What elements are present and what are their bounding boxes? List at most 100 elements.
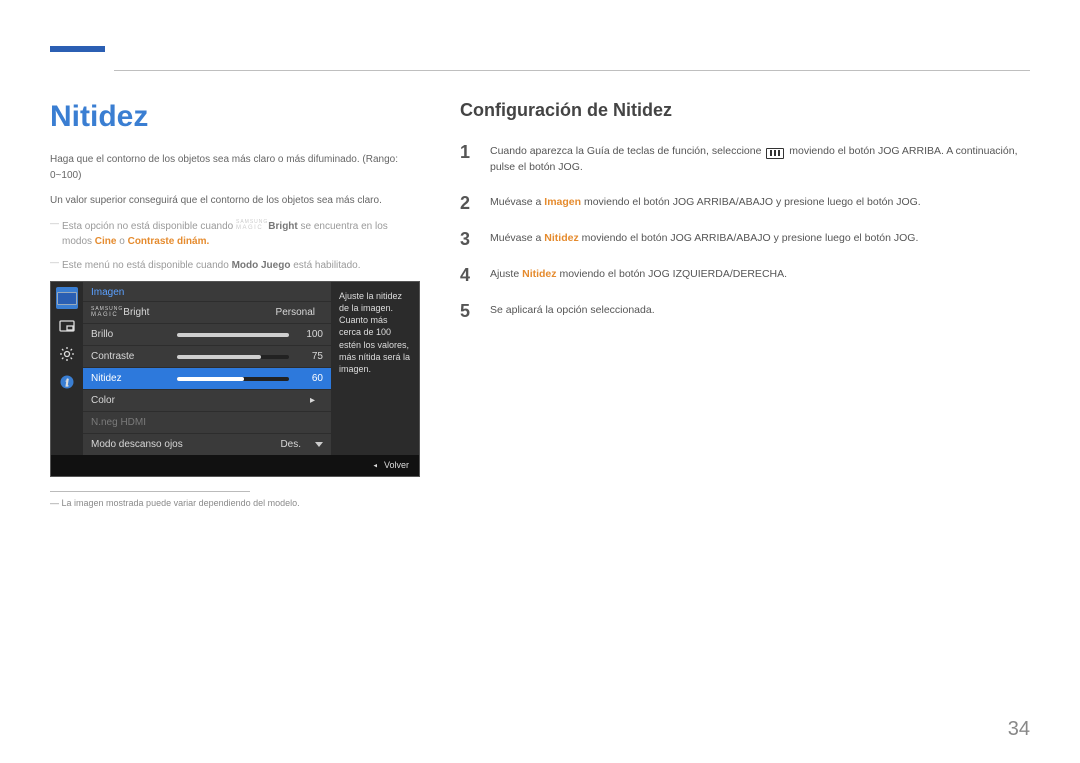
text: Ajuste <box>490 268 522 280</box>
slider-track <box>177 355 289 359</box>
brand-low: MAGIC <box>236 225 268 231</box>
osd-row-brillo: Brillo 100 <box>83 323 331 345</box>
step-number: 3 <box>460 230 476 248</box>
left-column: Nitidez Haga que el contorno de los obje… <box>50 100 420 508</box>
osd-row-color: Color ▸ <box>83 389 331 411</box>
row-value: 75 <box>295 351 323 362</box>
osd-row-descanso: Modo descanso ojos Des. <box>83 433 331 455</box>
highlight-imagen: Imagen <box>544 196 581 208</box>
footer-label: Volver <box>384 460 409 470</box>
osd-row-nitidez-selected: Nitidez 60 <box>83 367 331 389</box>
row-label: SAMSUNGMAGICBright <box>91 307 177 318</box>
triangle-left-icon: ◂ <box>373 461 377 470</box>
slider-fill <box>177 333 289 337</box>
sidebar-icon-pip <box>56 315 78 337</box>
image-footnote: ― La imagen mostrada puede variar depend… <box>50 498 420 508</box>
text: moviendo el botón JOG ARRIBA/ABAJO y pre… <box>579 232 919 244</box>
step-number: 1 <box>460 143 476 176</box>
text: moviendo el botón JOG IZQUIERDA/DERECHA. <box>557 268 788 280</box>
menu-icon <box>766 148 784 159</box>
sidebar-icon-info: i <box>56 371 78 393</box>
slider-fill <box>177 355 261 359</box>
row-value: 100 <box>295 329 323 340</box>
osd-description-panel: Ajuste la nitidez de la imagen. Cuanto m… <box>331 282 419 455</box>
mode-cine: Cine <box>95 236 117 247</box>
step-5: 5 Se aplicará la opción seleccionada. <box>460 302 1030 320</box>
right-column: Configuración de Nitidez 1 Cuando aparez… <box>460 100 1030 508</box>
row-value: Des. <box>211 439 309 450</box>
gear-icon <box>59 346 75 362</box>
highlight-nitidez: Nitidez <box>522 268 556 280</box>
row-label: Contraste <box>91 351 177 362</box>
steps-subtitle: Configuración de Nitidez <box>460 100 1030 121</box>
osd-body: i Imagen SAMSUNGMAGICBright Personal <box>51 282 419 455</box>
note-text: está habilitado. <box>290 260 360 271</box>
text: Cuando aparezca la Guía de teclas de fun… <box>490 145 764 157</box>
bright-label: Bright <box>268 221 297 232</box>
section-title: Nitidez <box>50 100 420 134</box>
text: Muévase a <box>490 232 544 244</box>
steps-list: 1 Cuando aparezca la Guía de teclas de f… <box>460 143 1030 320</box>
text: moviendo el botón JOG ARRIBA/ABAJO y pre… <box>581 196 921 208</box>
step-number: 4 <box>460 266 476 284</box>
osd-row-magicbright: SAMSUNGMAGICBright Personal <box>83 301 331 323</box>
availability-note-1: Esta opción no está disponible cuando SA… <box>50 219 420 250</box>
row-arrow: ▸ <box>177 395 323 406</box>
svg-text:i: i <box>66 378 69 389</box>
sidebar-icon-settings <box>56 343 78 365</box>
step-number: 5 <box>460 302 476 320</box>
page-number: 34 <box>1008 718 1030 741</box>
step-text: Muévase a Nitidez moviendo el botón JOG … <box>490 230 918 248</box>
slider-track <box>177 377 289 381</box>
samsung-magic-brand: SAMSUNGMAGIC <box>91 307 123 318</box>
availability-note-2: Este menú no está disponible cuando Modo… <box>50 258 420 274</box>
osd-main: Imagen SAMSUNGMAGICBright Personal Brill… <box>83 282 331 455</box>
brand-low: MAGIC <box>91 312 123 318</box>
chevron-down-icon <box>315 442 323 447</box>
slider-fill <box>177 377 244 381</box>
row-label: Nitidez <box>91 373 177 384</box>
row-value: 60 <box>295 373 323 384</box>
footnote-divider <box>50 491 250 492</box>
row-label: Modo descanso ojos <box>91 439 211 450</box>
document-page: Nitidez Haga que el contorno de los obje… <box>0 0 1080 763</box>
osd-row-hdmi-disabled: N.neg HDMI <box>83 411 331 433</box>
row-label: Brillo <box>91 329 177 340</box>
sidebar-icon-display <box>56 287 78 309</box>
row-label: Color <box>91 395 177 406</box>
intro-paragraph: Haga que el contorno de los objetos sea … <box>50 152 420 183</box>
pip-icon <box>59 318 75 334</box>
note-text: o <box>116 236 127 247</box>
row-value: Personal <box>177 307 323 318</box>
text: Muévase a <box>490 196 544 208</box>
step-3: 3 Muévase a Nitidez moviendo el botón JO… <box>460 230 1030 248</box>
display-icon <box>57 292 77 305</box>
info-icon: i <box>59 374 75 390</box>
step-4: 4 Ajuste Nitidez moviendo el botón JOG I… <box>460 266 1030 284</box>
secondary-paragraph: Un valor superior conseguirá que el cont… <box>50 193 420 209</box>
footnote-text: La imagen mostrada puede variar dependie… <box>62 498 300 508</box>
step-2: 2 Muévase a Imagen moviendo el botón JOG… <box>460 194 1030 212</box>
note-text: Esta opción no está disponible cuando <box>62 221 236 232</box>
bright-suffix: Bright <box>123 307 149 318</box>
highlight-nitidez: Nitidez <box>544 232 578 244</box>
header-accent-bar <box>50 46 105 52</box>
osd-sidebar: i <box>51 282 83 455</box>
osd-footer: ◂ Volver <box>51 455 419 476</box>
step-text: Ajuste Nitidez moviendo el botón JOG IZQ… <box>490 266 787 284</box>
step-number: 2 <box>460 194 476 212</box>
step-text: Cuando aparezca la Guía de teclas de fun… <box>490 143 1030 176</box>
osd-row-contraste: Contraste 75 <box>83 345 331 367</box>
step-text: Muévase a Imagen moviendo el botón JOG A… <box>490 194 921 212</box>
step-text: Se aplicará la opción seleccionada. <box>490 302 655 320</box>
header-divider <box>114 70 1030 71</box>
modo-juego-label: Modo Juego <box>232 260 291 271</box>
osd-header: Imagen <box>83 282 331 301</box>
row-label: N.neg HDMI <box>91 417 177 428</box>
note-text: Este menú no está disponible cuando <box>62 260 232 271</box>
step-1: 1 Cuando aparezca la Guía de teclas de f… <box>460 143 1030 176</box>
mode-contraste-dinam: Contraste dinám. <box>128 236 210 247</box>
samsung-magic-brand: SAMSUNGMAGIC <box>236 220 268 231</box>
two-column-layout: Nitidez Haga que el contorno de los obje… <box>50 100 1030 508</box>
slider-track <box>177 333 289 337</box>
